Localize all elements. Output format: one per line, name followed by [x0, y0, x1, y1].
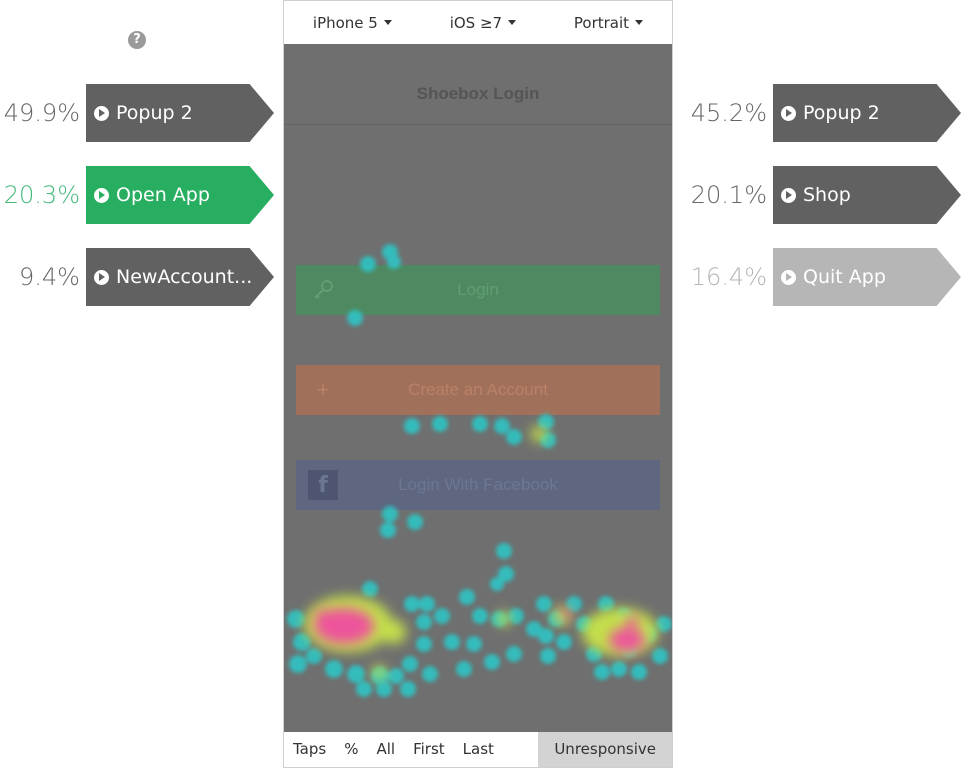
incoming-flow-open-app[interactable]: Open App [86, 166, 274, 224]
tab-first[interactable]: First [404, 732, 454, 767]
outgoing-flow-row: 20.1% Shop [687, 166, 961, 224]
outgoing-flow-popup-2[interactable]: Popup 2 [773, 84, 961, 142]
play-icon [781, 269, 796, 285]
outgoing-flow-row: 16.4% Quit App [687, 248, 961, 306]
flow-label: Shop [803, 184, 851, 206]
tab-last[interactable]: Last [454, 732, 503, 767]
flow-label: Open App [116, 184, 210, 206]
device-dropdown[interactable]: iPhone 5 [313, 14, 392, 32]
incoming-flow-newaccount[interactable]: NewAccount... [86, 248, 274, 306]
incoming-flow-row: 9.4% NewAccount... [0, 248, 274, 306]
tap-heatmap [287, 244, 672, 697]
flow-label: Popup 2 [116, 102, 193, 124]
os-label: iOS ≥7 [449, 13, 503, 32]
outgoing-flow-shop[interactable]: Shop [773, 166, 961, 224]
app-screen: Shoebox Login Login + Create an Account … [284, 44, 672, 732]
tab-percent[interactable]: % [335, 732, 367, 767]
play-icon [94, 187, 109, 203]
outgoing-flow-quit-app[interactable]: Quit App [773, 248, 961, 306]
orientation-dropdown[interactable]: Portrait [573, 13, 644, 32]
flow-percent: 45.2% [690, 99, 767, 127]
flow-percent: 16.4% [690, 263, 767, 291]
incoming-flow-row: 49.9% Popup 2 [0, 84, 274, 142]
flow-label: NewAccount... [116, 266, 253, 288]
flow-percent: 20.3% [3, 181, 80, 209]
flow-label: Quit App [803, 266, 886, 288]
outgoing-flow-row: 45.2% Popup 2 [687, 84, 961, 142]
caret-down-icon [635, 20, 644, 25]
flow-percent: 9.4% [19, 263, 80, 291]
phone-preview: iPhone 5 iOS ≥7 Portrait Shoebox Login L… [283, 0, 673, 768]
device-toolbar: iPhone 5 iOS ≥7 Portrait [284, 1, 672, 45]
heatmap-mode-tabs: Taps % All First Last Unresponsive [284, 732, 672, 767]
os-dropdown[interactable]: iOS ≥7 [449, 13, 517, 32]
play-icon [781, 187, 796, 203]
incoming-flow-row: 20.3% Open App [0, 166, 274, 224]
tab-all[interactable]: All [367, 732, 404, 767]
caret-down-icon [508, 20, 517, 25]
tab-unresponsive[interactable]: Unresponsive [538, 732, 672, 767]
play-icon [94, 105, 109, 121]
caret-down-icon [383, 20, 392, 25]
device-label: iPhone 5 [312, 13, 378, 32]
orientation-label: Portrait [573, 13, 630, 32]
help-icon[interactable]: ? [128, 31, 146, 49]
play-icon [94, 269, 109, 285]
tab-taps[interactable]: Taps [284, 732, 335, 767]
flow-percent: 49.9% [3, 99, 80, 127]
flow-percent: 20.1% [690, 181, 767, 209]
flow-label: Popup 2 [803, 102, 880, 124]
incoming-flow-popup-2[interactable]: Popup 2 [86, 84, 274, 142]
play-icon [781, 105, 796, 121]
